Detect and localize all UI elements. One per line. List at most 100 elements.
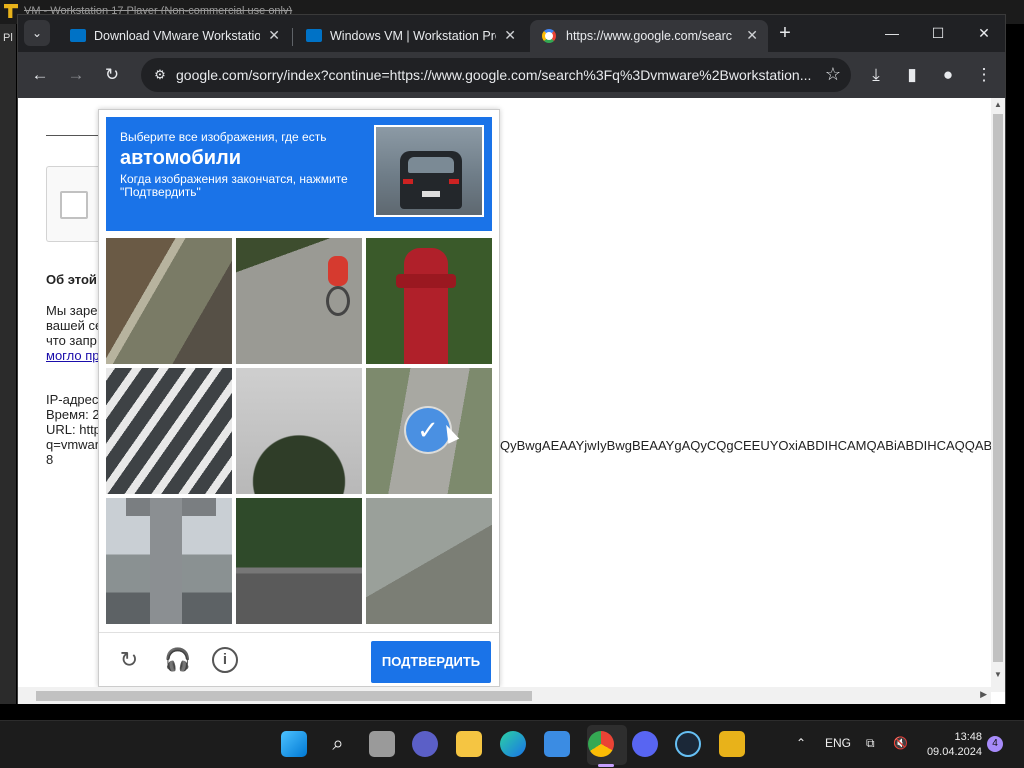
search-icon[interactable]: ⌕ <box>325 731 351 757</box>
grid-tile[interactable] <box>236 498 362 624</box>
close-tab-icon[interactable]: ✕ <box>504 27 516 44</box>
sample-car-image <box>374 125 484 217</box>
audio-challenge-icon[interactable]: 🎧 <box>164 647 191 673</box>
vm-side-strip: Pl <box>0 24 16 704</box>
grid-tile[interactable] <box>236 238 362 364</box>
file-explorer-icon[interactable] <box>456 731 482 757</box>
tab-google-search[interactable]: https://www.google.com/search ✕ <box>530 20 768 52</box>
meta-line: Время: 2 <box>46 407 100 422</box>
google-favicon-icon <box>542 29 556 43</box>
close-tab-icon[interactable]: ✕ <box>268 27 280 44</box>
recaptcha-checkbox[interactable] <box>60 191 88 219</box>
volume-icon[interactable]: 🔇 <box>893 736 908 750</box>
hydrant-icon <box>396 248 456 364</box>
site-info-icon[interactable]: ⚙ <box>151 66 169 84</box>
page-content: Об этой Мы заре вашей се что запр могло … <box>18 98 1005 704</box>
meta-line: 8 <box>46 452 54 467</box>
vmware-favicon-icon <box>306 29 322 42</box>
maximize-button[interactable]: ☐ <box>915 18 961 48</box>
close-tab-icon[interactable]: ✕ <box>746 27 758 44</box>
pillar-icon <box>150 498 182 624</box>
challenge-footer: ↻ 🎧 i ПОДТВЕРДИТЬ <box>99 632 499 686</box>
long-url-text: QyBwgAEAAYjwIyBwgBEAAYgAQyCQgCEEUYOxiABD… <box>500 438 993 453</box>
browser-toolbar: ← → ↻ ⚙ google.com/sorry/index?continue=… <box>18 52 1005 98</box>
tab-title: Windows VM | Workstation Pro <box>330 29 496 43</box>
bookmark-star-icon[interactable]: ☆ <box>825 64 841 85</box>
browser-window: ⌄ Download VMware Workstation Pro ✕ Wind… <box>17 14 1006 704</box>
url-text[interactable]: google.com/sorry/index?continue=https://… <box>176 67 816 83</box>
profile-icon[interactable]: ● <box>936 63 960 87</box>
divider <box>46 135 106 136</box>
downloads-icon[interactable]: ⤓ <box>864 63 888 87</box>
grid-tile[interactable] <box>236 368 362 494</box>
reload-button[interactable]: ↻ <box>100 63 124 87</box>
new-tab-button[interactable]: + <box>772 20 798 46</box>
tab-search-button[interactable]: ⌄ <box>24 20 50 46</box>
scroll-thumb[interactable] <box>993 114 1003 662</box>
tab-title: Download VMware Workstation Pro <box>94 29 260 43</box>
task-view-icon[interactable] <box>369 731 395 757</box>
vertical-scrollbar[interactable]: ▲ ▼ <box>991 98 1005 692</box>
car-icon <box>400 151 462 209</box>
side-panel-icon[interactable]: ▮ <box>900 63 924 87</box>
recaptcha-challenge: Выберите все изображения, где есть автом… <box>98 109 500 687</box>
para-line: вашей се <box>46 318 103 333</box>
meta-line: URL: http <box>46 422 101 437</box>
reload-challenge-icon[interactable]: ↻ <box>116 647 142 673</box>
edge-icon[interactable] <box>500 731 526 757</box>
cyclist-icon <box>328 256 348 286</box>
grid-tile[interactable] <box>106 368 232 494</box>
challenge-note: Когда изображения закончатся, нажмите "П… <box>120 172 348 199</box>
start-icon[interactable] <box>281 731 307 757</box>
tray-overflow-icon[interactable]: ⌃ <box>796 736 806 750</box>
info-link[interactable]: могло пр <box>46 348 99 363</box>
store-icon[interactable] <box>544 731 570 757</box>
notification-badge[interactable]: 4 <box>987 736 1003 752</box>
challenge-header: Выберите все изображения, где есть автом… <box>106 117 492 231</box>
grid-tile[interactable] <box>106 498 232 624</box>
grid-tile[interactable] <box>106 238 232 364</box>
network-icon[interactable]: ⧉ <box>866 736 875 751</box>
clock[interactable]: 13:48 09.04.2024 <box>918 730 982 760</box>
verify-button[interactable]: ПОДТВЕРДИТЬ <box>371 641 491 683</box>
info-paragraph: Мы заре вашей се что запр могло пр <box>46 303 102 363</box>
scroll-right-icon[interactable]: ▶ <box>980 689 987 700</box>
request-meta: IP-адрес Время: 2 URL: http q=vmwar 8 <box>46 392 101 467</box>
meta-line: q=vmwar <box>46 437 100 452</box>
vm-side-label: Pl <box>3 32 13 44</box>
horizontal-scrollbar[interactable]: ▶ <box>18 687 991 704</box>
meta-line: IP-адрес <box>46 392 99 407</box>
vmware-icon[interactable] <box>719 731 745 757</box>
para-line: Мы заре <box>46 303 98 318</box>
close-window-button[interactable]: ✕ <box>961 18 1007 48</box>
grid-tile-selected[interactable]: ✓ <box>366 368 492 494</box>
scroll-thumb[interactable] <box>36 691 532 701</box>
forward-button[interactable]: → <box>64 63 88 87</box>
steam-icon[interactable] <box>675 731 701 757</box>
menu-icon[interactable]: ⋮ <box>972 63 996 87</box>
para-line: что запр <box>46 333 97 348</box>
scroll-up-icon[interactable]: ▲ <box>994 100 1002 109</box>
address-bar[interactable]: ⚙ google.com/sorry/index?continue=https:… <box>141 58 851 92</box>
challenge-instruction: Выберите все изображения, где есть <box>120 130 327 144</box>
discord-icon[interactable] <box>632 731 658 757</box>
tab-windows-vm[interactable]: Windows VM | Workstation Pro ✕ <box>294 20 526 52</box>
challenge-target: автомобили <box>120 147 242 169</box>
grid-tile[interactable] <box>366 238 492 364</box>
minimize-button[interactable]: — <box>869 18 915 48</box>
language-indicator[interactable]: ENG <box>825 736 851 750</box>
grid-tile[interactable] <box>366 498 492 624</box>
meet-icon[interactable] <box>412 731 438 757</box>
taskbar: ⌕ ⌃ ENG ⧉ 🔇 13:48 09.04.2024 4 <box>0 720 1024 768</box>
about-heading: Об этой <box>46 272 97 287</box>
info-icon[interactable]: i <box>212 647 238 673</box>
back-button[interactable]: ← <box>28 63 52 87</box>
image-grid: ✓ <box>106 238 492 624</box>
chrome-icon[interactable] <box>588 731 614 757</box>
clock-time: 13:48 <box>954 731 982 743</box>
tab-download-vmware[interactable]: Download VMware Workstation Pro ✕ <box>58 20 290 52</box>
tab-title: https://www.google.com/search <box>566 29 732 43</box>
vmware-favicon-icon <box>70 29 86 42</box>
vmware-logo-icon <box>4 4 18 18</box>
scroll-down-icon[interactable]: ▼ <box>994 670 1002 679</box>
